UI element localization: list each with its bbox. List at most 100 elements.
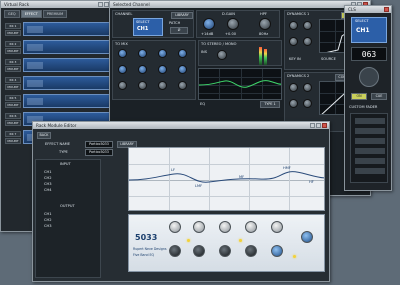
rack-slot[interactable]: RK 3 MOUNT [5,57,111,73]
output-item[interactable]: CH3 [44,224,52,228]
input-item[interactable]: CH2 [44,176,52,180]
plate-model: 5033 [135,233,158,242]
comp-attack-knob[interactable] [289,99,298,108]
eq-type-button[interactable]: TYPE 1 [260,101,280,108]
hmf-gain-knob[interactable] [245,221,257,233]
output-item[interactable]: CH2 [44,218,52,222]
selected-channel-titlebar[interactable]: Selected Channel [110,1,370,8]
close-icon[interactable] [322,123,327,128]
cls-on-button[interactable]: ON [351,93,367,100]
comp-threshold-knob[interactable] [289,83,298,92]
mix-send-knob[interactable] [118,49,127,58]
mix-send-knob[interactable] [158,49,167,58]
maximize-icon[interactable] [316,123,321,128]
rack-slot[interactable]: RK 4 MOUNT [5,75,111,91]
effect-name-field[interactable]: Portico5033 [85,141,113,148]
input-item[interactable]: CH3 [44,182,52,186]
cls-number: 063 [361,50,377,59]
mount-button[interactable]: MOUNT [5,119,21,126]
release-knob[interactable] [303,37,312,46]
cls-cue-button[interactable]: CUE [371,93,387,100]
comp-ratio-knob[interactable] [303,83,312,92]
rack-unit[interactable] [23,76,111,90]
mix-send-knob[interactable] [118,81,127,90]
type-label: TYPE [59,150,68,154]
mix-send-knob[interactable] [118,65,127,74]
input-item[interactable]: CH4 [44,188,52,192]
channel-eq-curve [199,80,281,88]
comp-release-knob[interactable] [303,99,312,108]
cls-titlebar[interactable]: CLS [345,6,391,13]
channel-select-display[interactable]: SELECT CH1 [133,18,163,36]
hf-gain-knob[interactable] [271,221,283,233]
dgain-knob[interactable] [227,18,239,30]
pan-knob[interactable] [217,50,227,60]
hpf-knob[interactable] [259,18,271,30]
rack-module-editor-window: Rack Module Editor BACK EFFECT NAME Port… [32,121,330,282]
attack-knob[interactable] [289,37,298,46]
rack-slot[interactable]: RK 2 MOUNT [5,39,111,55]
mf-gain-knob[interactable] [219,221,231,233]
mix-send-knob[interactable] [138,65,147,74]
rack-unit[interactable] [23,94,111,108]
output-gain-knob[interactable] [301,231,313,243]
eq-band-mf[interactable]: MF [239,175,244,179]
mount-button[interactable]: MOUNT [5,65,21,72]
gain-panel: D.GAIN HPF +14dB +0.00 80Hz [196,10,280,38]
mix-send-knob[interactable] [138,81,147,90]
mix-send-knob[interactable] [178,49,187,58]
cls-fader-grid[interactable] [350,113,388,183]
eq-band-lmf[interactable]: LMF [195,184,202,188]
lmf-freq-knob[interactable] [193,245,205,257]
range-knob[interactable] [303,21,312,30]
back-button[interactable]: BACK [37,132,51,139]
lmf-gain-knob[interactable] [193,221,205,233]
eq-band-lf[interactable]: LF [171,168,175,172]
eq-band-hmf[interactable]: HMF [283,166,291,170]
mix-send-knob[interactable] [138,49,147,58]
library-button[interactable]: LIBRARY [171,12,193,19]
rack-unit[interactable] [23,22,111,36]
mount-button[interactable]: MOUNT [5,101,21,108]
tab-geq[interactable]: GEQ [4,10,20,18]
rack-slot[interactable]: RK 5 MOUNT [5,93,111,109]
mount-button[interactable]: MOUNT [5,29,21,36]
channel-eq-graph[interactable] [198,68,282,100]
input-item[interactable]: CH1 [44,170,52,174]
gain-knob[interactable] [203,18,215,30]
minimize-icon[interactable] [310,123,315,128]
mount-button[interactable]: MOUNT [5,83,21,90]
eq-band-hf[interactable]: HF [309,180,314,184]
rack-slot[interactable]: RK 1 MOUNT [5,21,111,37]
minimize-icon[interactable] [98,2,103,7]
cls-select-display[interactable]: SELECT CH1 [351,17,387,43]
mount-button[interactable]: MOUNT [5,137,21,144]
rack-unit[interactable] [23,40,111,54]
mix-send-knob[interactable] [178,81,187,90]
hmf-freq-knob[interactable] [245,245,257,257]
mix-send-knob[interactable] [178,65,187,74]
mount-button[interactable]: MOUNT [5,47,21,54]
channel-panel: CHANNEL LIBRARY SELECT CH1 PATCH Ø [112,10,194,38]
cls-encoder[interactable] [359,67,379,87]
rack-slot-name: RK 3 [5,58,21,65]
tab-premium[interactable]: PREMIUM [42,10,68,18]
module-eq-graph[interactable]: LF LMF MF HMF HF [128,147,325,211]
output-item[interactable]: CH1 [44,212,52,216]
rack-unit[interactable] [23,58,111,72]
tab-effect[interactable]: EFFECT [20,10,42,18]
close-icon[interactable] [384,7,389,12]
mf-freq-knob[interactable] [219,245,231,257]
rack-editor-titlebar[interactable]: Rack Module Editor [33,122,329,129]
threshold-knob[interactable] [289,21,298,30]
lf-gain-knob[interactable] [169,221,181,233]
mix-send-knob[interactable] [158,65,167,74]
virtual-rack-titlebar[interactable]: Virtual Rack [1,1,117,8]
gain-value: +14dB [201,32,214,36]
phase-button[interactable]: Ø [170,27,188,34]
dgain-value: +0.00 [225,32,237,36]
lf-freq-knob[interactable] [169,245,181,257]
hf-freq-knob[interactable] [271,245,283,257]
to-stereo-panel: TO STEREO / MONO INS [198,40,282,66]
mix-send-knob[interactable] [158,81,167,90]
